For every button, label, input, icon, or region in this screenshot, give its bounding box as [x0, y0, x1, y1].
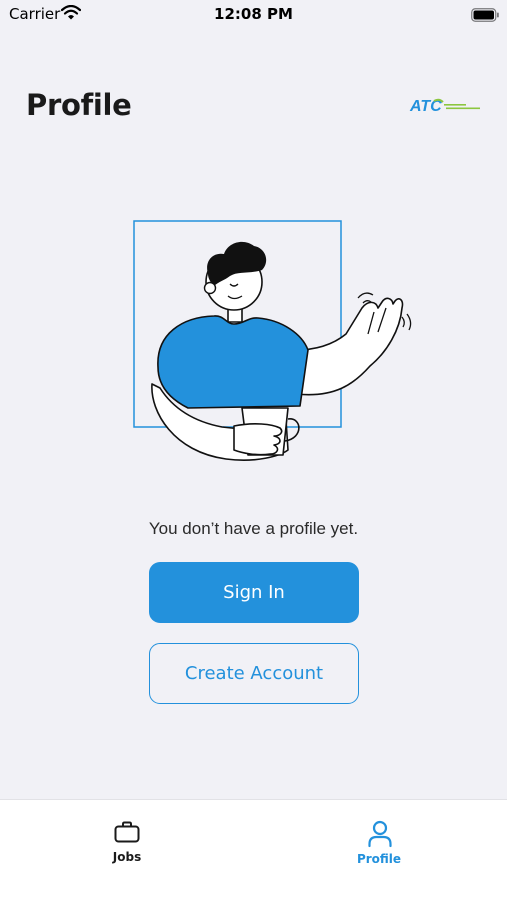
tab-bar: Jobs Profile: [0, 799, 507, 901]
sign-in-button[interactable]: Sign In: [149, 562, 359, 623]
page-title: Profile: [26, 88, 132, 122]
create-account-button[interactable]: Create Account: [149, 643, 359, 704]
person-icon: [367, 820, 393, 853]
tab-profile-label: Profile: [356, 852, 402, 866]
tab-jobs-label: Jobs: [112, 850, 142, 864]
status-bar: Carrier 12:08 PM: [0, 0, 507, 28]
status-time: 12:08 PM: [214, 5, 293, 23]
battery-icon: [471, 7, 499, 26]
briefcase-icon: [114, 821, 140, 848]
tab-profile[interactable]: Profile: [253, 800, 506, 900]
empty-profile-message: You don’t have a profile yet.: [148, 519, 359, 538]
sign-in-label: Sign In: [223, 582, 285, 603]
tab-jobs[interactable]: Jobs: [0, 800, 253, 900]
atc-logo: ATC: [409, 96, 483, 121]
waving-person-illustration: [130, 216, 420, 471]
create-account-label: Create Account: [184, 663, 324, 684]
